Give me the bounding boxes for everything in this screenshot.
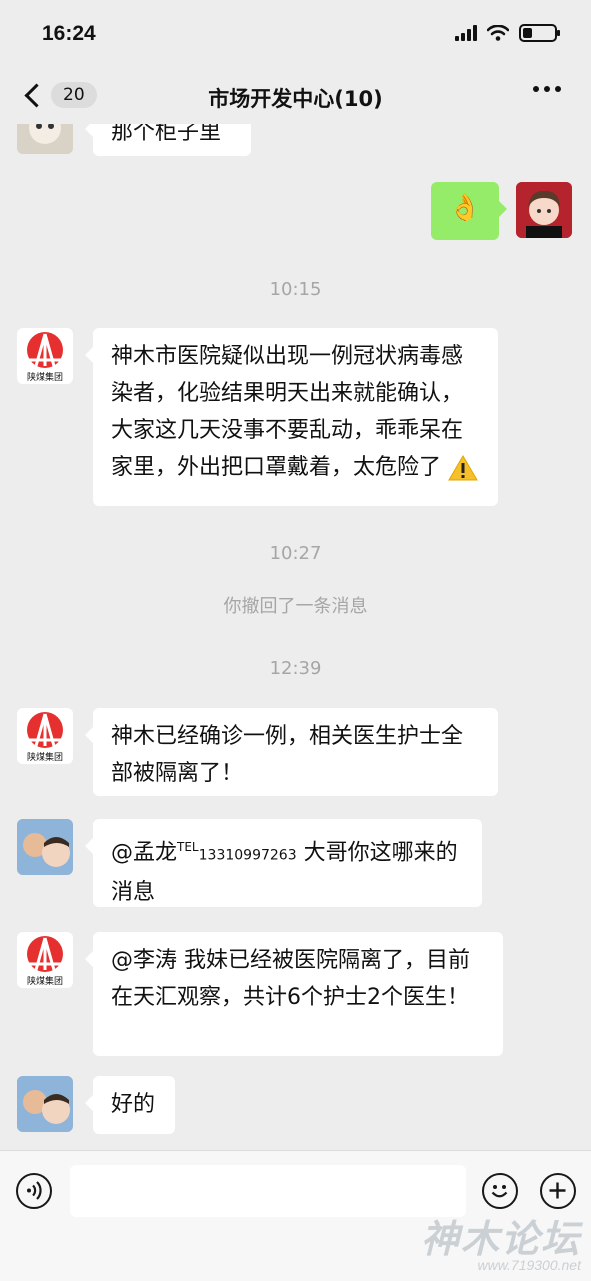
message-bubble[interactable]: 好的 — [85, 1076, 175, 1134]
sent-message-bubble[interactable]: 👌 — [431, 182, 507, 240]
status-icons — [455, 24, 560, 42]
message-bubble[interactable]: @李涛 我妹已经被医院隔离了，目前在天汇观察，共计6个护士2个医生！ — [85, 932, 503, 1056]
chat-header: 20 市场开发中心(10) — [0, 70, 591, 124]
user-avatar[interactable] — [17, 1076, 73, 1132]
voice-button[interactable] — [16, 1173, 52, 1209]
plus-button[interactable] — [540, 1173, 576, 1209]
svg-text:陕煤集团: 陕煤集团 — [27, 751, 63, 763]
mention: @孟龙 — [111, 840, 178, 866]
message-text: 神木已经确诊一例，相关医生护士全部被隔离了！ — [111, 724, 464, 786]
company-logo-avatar[interactable]: 陕煤集团 — [17, 932, 73, 988]
message-text: 好的 — [111, 1092, 156, 1117]
company-logo-avatar[interactable]: 陕煤集团 — [17, 708, 73, 764]
timestamp: 12:39 — [269, 658, 322, 679]
watermark: 神木论坛 www.719300.net — [421, 1208, 581, 1273]
emoji-button[interactable] — [482, 1173, 518, 1209]
message-bubble[interactable]: 神木已经确诊一例，相关医生护士全部被隔离了！ — [85, 708, 498, 796]
message-text: 那个柜子里 — [111, 124, 222, 145]
battery-icon — [519, 24, 560, 42]
message-bubble[interactable]: @孟龙TEL13310997263 大哥你这哪来的消息 — [85, 819, 482, 907]
voice-icon — [27, 1181, 42, 1200]
timestamp: 10:27 — [269, 543, 322, 564]
message-input[interactable] — [70, 1165, 466, 1217]
input-bar: 神木论坛 www.719300.net — [0, 1150, 591, 1281]
message-list[interactable]: 那个柜子里 👌 10:15 陕煤集团 神木市医院疑似出现一例冠状病毒感染者，化验… — [0, 124, 591, 1150]
svg-text:陕煤集团: 陕煤集团 — [27, 975, 63, 987]
recall-notice: 你撤回了一条消息 — [223, 596, 368, 617]
wifi-icon — [487, 25, 509, 41]
company-logo-avatar[interactable]: 陕煤集团 — [17, 328, 73, 384]
chat-title: 市场开发中心(10) — [208, 87, 383, 111]
avatar[interactable] — [17, 124, 73, 154]
logo-text: 陕煤集团 — [27, 371, 63, 383]
ok-hand-emoji: 👌 — [448, 193, 482, 223]
phone-number[interactable]: 13310997263 — [199, 847, 297, 863]
message-bubble[interactable]: 那个柜子里 — [85, 124, 251, 156]
tel-label: TEL — [177, 840, 199, 854]
user-avatar[interactable] — [17, 819, 73, 875]
emoji-icon — [491, 1185, 508, 1198]
warning-icon — [448, 455, 478, 481]
message-text: @李涛 我妹已经被医院隔离了，目前在天汇观察，共计6个护士2个医生！ — [111, 948, 470, 1010]
more-icon — [533, 86, 539, 92]
timestamp: 10:15 — [269, 279, 322, 300]
status-bar: 16:24 — [0, 0, 591, 70]
signal-icon — [455, 25, 477, 41]
more-button[interactable] — [533, 86, 561, 92]
message-bubble[interactable]: 神木市医院疑似出现一例冠状病毒感染者，化验结果明天出来就能确认，大家这几天没事不… — [85, 328, 498, 506]
watermark-title: 神木论坛 — [420, 1219, 581, 1261]
status-time: 16:24 — [42, 22, 96, 45]
message-text: 神木市医院疑似出现一例冠状病毒感染者，化验结果明天出来就能确认，大家这几天没事不… — [111, 344, 464, 480]
self-avatar[interactable] — [516, 182, 572, 238]
plus-icon — [549, 1182, 566, 1199]
